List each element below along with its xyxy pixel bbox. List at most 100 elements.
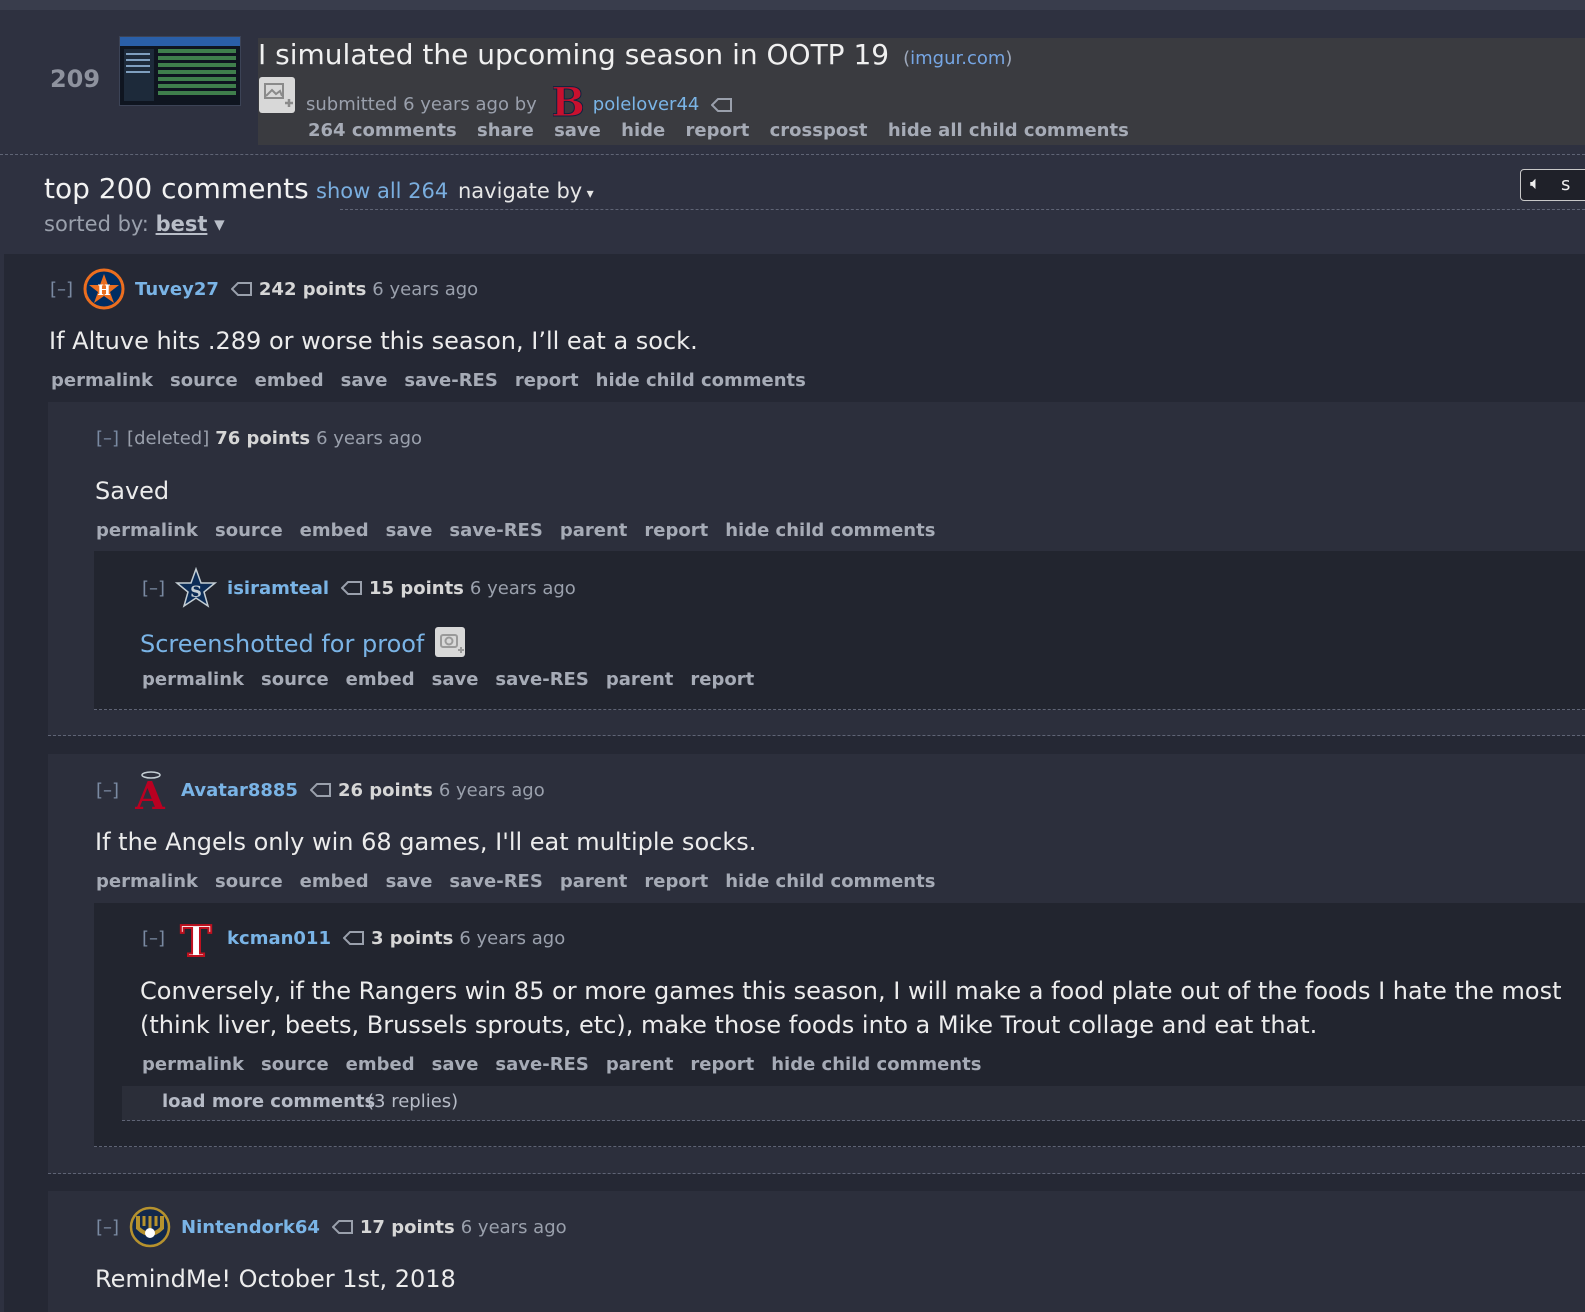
save-res-link[interactable]: save-RES [449, 871, 542, 892]
collapse-toggle[interactable]: [–] [96, 780, 119, 801]
parent-link[interactable]: parent [560, 520, 628, 541]
comment-header: [–] A Avatar8885 26 points 6 years ago [96, 769, 545, 818]
brewers-flair-icon [129, 1206, 171, 1248]
save-link[interactable]: save [341, 370, 388, 391]
embed-link[interactable]: embed [255, 370, 324, 391]
screenshot-link[interactable]: Screenshotted for proof [140, 630, 424, 658]
post-domain[interactable]: (imgur.com) [903, 48, 1012, 69]
svg-text:A: A [134, 773, 165, 811]
embed-link[interactable]: embed [346, 1054, 415, 1075]
user-tag-icon[interactable] [309, 782, 332, 798]
post-author[interactable]: polelover44 [593, 94, 700, 115]
comment-author[interactable]: Nintendork64 [181, 1217, 320, 1238]
user-tag-icon[interactable] [710, 97, 733, 113]
permalink-link[interactable]: permalink [142, 669, 244, 690]
parent-link[interactable]: parent [560, 871, 628, 892]
save-res-link[interactable]: save-RES [449, 520, 542, 541]
comment-timestamp: 6 years ago [372, 278, 479, 300]
collapse-toggle[interactable]: [–] [96, 428, 119, 449]
comment-points: 17 points [359, 1216, 455, 1238]
hide-link[interactable]: hide [621, 120, 665, 141]
report-link[interactable]: report [686, 120, 750, 141]
embed-link[interactable]: embed [300, 871, 369, 892]
comment-timestamp: 6 years ago [459, 927, 566, 949]
save-link[interactable]: save [386, 871, 433, 892]
post-title[interactable]: I simulated the upcoming season in OOTP … [258, 38, 889, 71]
embed-link[interactable]: embed [300, 520, 369, 541]
save-link[interactable]: save [386, 520, 433, 541]
save-res-link[interactable]: save-RES [495, 669, 588, 690]
collapse-toggle[interactable]: [–] [142, 928, 165, 949]
embed-link[interactable]: embed [346, 669, 415, 690]
permalink-link[interactable]: permalink [142, 1054, 244, 1075]
save-link[interactable]: save [432, 669, 479, 690]
source-link[interactable]: source [170, 370, 238, 391]
comment-body: Saved [95, 477, 170, 505]
save-link[interactable]: save [554, 120, 601, 141]
post-entry: 209 I simulated the upcoming season in O… [0, 10, 1585, 155]
comment-points: 76 points [215, 428, 311, 449]
report-link[interactable]: report [690, 1054, 754, 1075]
speaker-button[interactable]: 🔈︎ s [1520, 169, 1585, 201]
show-all-link[interactable]: show all 264 [316, 179, 448, 203]
source-link[interactable]: source [215, 520, 283, 541]
sort-value[interactable]: best [156, 212, 208, 236]
report-link[interactable]: report [515, 370, 579, 391]
angels-flair-icon: A [129, 769, 171, 818]
comment-actions: permalink source embed save save-RES parent re… [142, 669, 771, 690]
hide-child-comments-link[interactable]: hide child comments [725, 871, 935, 892]
post-score: 209 [49, 65, 101, 93]
collapse-toggle[interactable]: [–] [142, 578, 165, 599]
parent-link[interactable]: parent [606, 669, 674, 690]
user-tag-icon[interactable] [342, 930, 365, 946]
comment-header: [–] S isiramteal 15 points 6 years ago [142, 566, 576, 609]
user-tag-icon[interactable] [230, 281, 253, 297]
comment-author[interactable]: kcman011 [227, 928, 331, 949]
rangers-flair-icon: T [175, 916, 217, 967]
report-link[interactable]: report [644, 871, 708, 892]
source-link[interactable]: source [261, 669, 329, 690]
source-link[interactable]: source [215, 871, 283, 892]
user-tag-icon[interactable] [340, 580, 363, 596]
comment-header: [–] T kcman011 3 points 6 years ago [142, 916, 566, 967]
hide-child-comments-link[interactable]: hide child comments [725, 520, 935, 541]
comment-body-line: Conversely, if the Rangers win 85 or mor… [140, 977, 1562, 1005]
comment-body: Screenshotted for proof [140, 626, 466, 664]
report-link[interactable]: report [690, 669, 754, 690]
comment-header: [–] H Tuvey27 242 points 6 years ago [50, 268, 478, 310]
comment-body-line: (think liver, beets, Brussels sprouts, e… [140, 1011, 1318, 1039]
comment-header: [–] [deleted] 76 points 6 years ago [96, 428, 422, 449]
hide-all-child-comments-link[interactable]: hide all child comments [888, 120, 1129, 141]
share-link[interactable]: share [477, 120, 534, 141]
comment-points: 3 points [370, 927, 454, 949]
sort-dropdown-icon[interactable]: ▾ [214, 212, 225, 236]
permalink-link[interactable]: permalink [51, 370, 153, 391]
save-link[interactable]: save [432, 1054, 479, 1075]
post-thumbnail[interactable] [119, 36, 241, 106]
permalink-link[interactable]: permalink [96, 871, 198, 892]
collapse-toggle[interactable]: [–] [96, 1217, 119, 1238]
user-tag-icon[interactable] [331, 1219, 354, 1235]
report-link[interactable]: report [644, 520, 708, 541]
crosspost-link[interactable]: crosspost [770, 120, 868, 141]
comment-author[interactable]: isiramteal [227, 578, 329, 599]
comment-points: 26 points [337, 779, 433, 801]
collapse-toggle[interactable]: [–] [50, 279, 73, 300]
load-more-link[interactable]: load more comments [162, 1091, 375, 1112]
save-res-link[interactable]: save-RES [495, 1054, 588, 1075]
hide-child-comments-link[interactable]: hide child comments [596, 370, 806, 391]
source-link[interactable]: source [261, 1054, 329, 1075]
comments-link[interactable]: 264 comments [308, 120, 457, 141]
navigate-by-menu[interactable]: navigate by ▾ [458, 179, 594, 203]
parent-link[interactable]: parent [606, 1054, 674, 1075]
image-expando-icon[interactable] [258, 76, 296, 114]
permalink-link[interactable]: permalink [96, 520, 198, 541]
comment-points: 242 points [258, 278, 367, 300]
svg-text:T: T [180, 917, 211, 959]
save-res-link[interactable]: save-RES [404, 370, 497, 391]
comment-author[interactable]: Tuvey27 [135, 279, 219, 300]
hide-child-comments-link[interactable]: hide child comments [771, 1054, 981, 1075]
image-expando-icon[interactable] [434, 626, 466, 664]
submitted-text: submitted 6 years ago by [306, 94, 537, 115]
comment-author[interactable]: Avatar8885 [181, 780, 298, 801]
